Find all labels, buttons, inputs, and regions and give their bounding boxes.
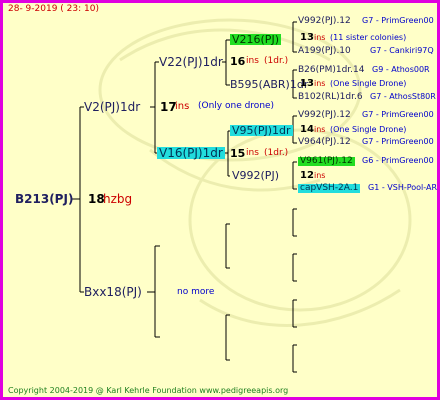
gen4-r4-ext: G9 - Athos00R [372,65,430,74]
gen3-a1-ins: ins [246,56,259,66]
gen4-r2-info: (11 sister colonies) [330,33,407,42]
gen3-b1-info: (1dr.) [264,148,289,158]
gen4-r12-ext: G1 - VSH-Pool-AR [368,183,438,192]
gen1-bottom-info: no more [177,287,215,297]
root-queen-name: B213(PJ) [15,192,74,206]
gen3-a1-generation: 16 [230,55,246,68]
gen4-r5-ins: ins [314,79,326,88]
gen1-top-name: V2(PJ)1dr [84,100,141,114]
gen4-r7-name: V992(PJ).12 [298,110,351,120]
gen4-r10-ext: G6 - PrimGreen00 [362,156,434,165]
gen2-b-name: V16(PJ)1dr [157,146,225,160]
gen4-r1-ext: G7 - PrimGreen00 [362,16,434,25]
gen4-r9-name: V964(PJ).12 [298,137,351,147]
gen4-r8-info: (One Single Drone) [330,125,407,134]
gen4-r6-ext: G7 - AthosSt80R [370,92,436,101]
gen4-r4-name: B26(PM)1dr.14 [298,65,365,75]
gen4-r5-info: (One Single Drone) [330,79,407,88]
gen4-r12-name: capVSH-2A.1 [298,183,361,193]
gen4-r6-name: B102(RL)1dr.6 [298,92,363,102]
gen3-b1-generation: 15 [230,147,246,160]
gen3-b1-ins: ins [246,148,259,158]
gen4-r11-generation: 12 [300,170,314,181]
gen1-top-ins: ins [175,101,190,112]
gen3-b1-name: V95(PJ)1dr [230,124,293,137]
gen2-a-name: V22(PJ)1dr [159,55,223,69]
gen3-a2-name: B595(ABR)1dr [230,78,309,91]
gen3-a1-info: (1dr.) [264,56,289,66]
gen4-r5-generation: 13 [300,78,314,89]
gen4-r2-ins: ins [314,33,326,42]
gen1-top-info: (Only one drone) [198,101,275,111]
footer-copyright: Copyright 2004-2019 @ Karl Kehrle Founda… [8,386,289,395]
gen4-r8-generation: 14 [300,124,314,135]
gen4-r10-name: V961(PJ).12 [298,156,355,166]
root-info: hzbg [103,192,133,206]
gen1-bottom-name: Bxx18(PJ) [84,285,142,299]
gen4-r3-ext: G7 - Cankiri97Q [370,46,434,55]
gen3-a1-name: V216(PJ) [230,33,281,46]
gen4-r3-name: A199(PJ).10 [298,46,351,56]
gen4-r8-ins: ins [314,125,326,134]
gen4-r2-generation: 13 [300,32,314,43]
gen3-b2-name: V992(PJ) [232,169,279,182]
gen4-r7-ext: G7 - PrimGreen00 [362,110,434,119]
gen4-r11-ins: ins [314,171,326,180]
gen4-r9-ext: G7 - PrimGreen00 [362,137,434,146]
gen4-r1-name: V992(PJ).12 [298,16,351,26]
